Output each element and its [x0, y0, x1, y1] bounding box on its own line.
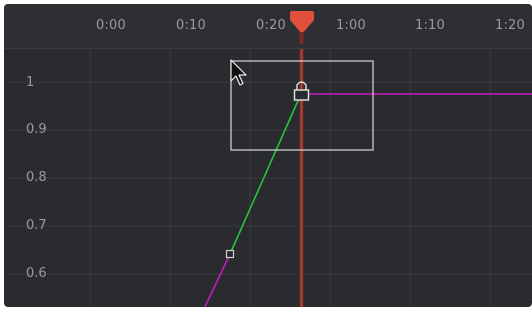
green-curve-segment[interactable]	[229, 93, 302, 255]
playhead-marker-icon[interactable]	[4, 4, 532, 44]
axis-label-0-6: 0.6	[26, 266, 47, 281]
arrow-cursor-icon	[230, 59, 247, 86]
keyframe-icon[interactable]	[225, 249, 235, 259]
curve-canvas[interactable]	[4, 4, 532, 307]
playhead-line-core	[300, 24, 303, 307]
axis-label-0-9: 0.9	[26, 122, 47, 137]
grid-lines	[4, 4, 532, 307]
keyframe-curve-editor[interactable]: 0:00 0:10 0:20 1:00 1:10 1:20 1 0.9 0.8 …	[4, 4, 532, 307]
magenta-curve-segment-lower[interactable]	[203, 253, 231, 307]
axis-label-0-7: 0.7	[26, 218, 47, 233]
axis-label-1: 1	[26, 75, 35, 90]
axis-label-0-8: 0.8	[26, 170, 47, 185]
